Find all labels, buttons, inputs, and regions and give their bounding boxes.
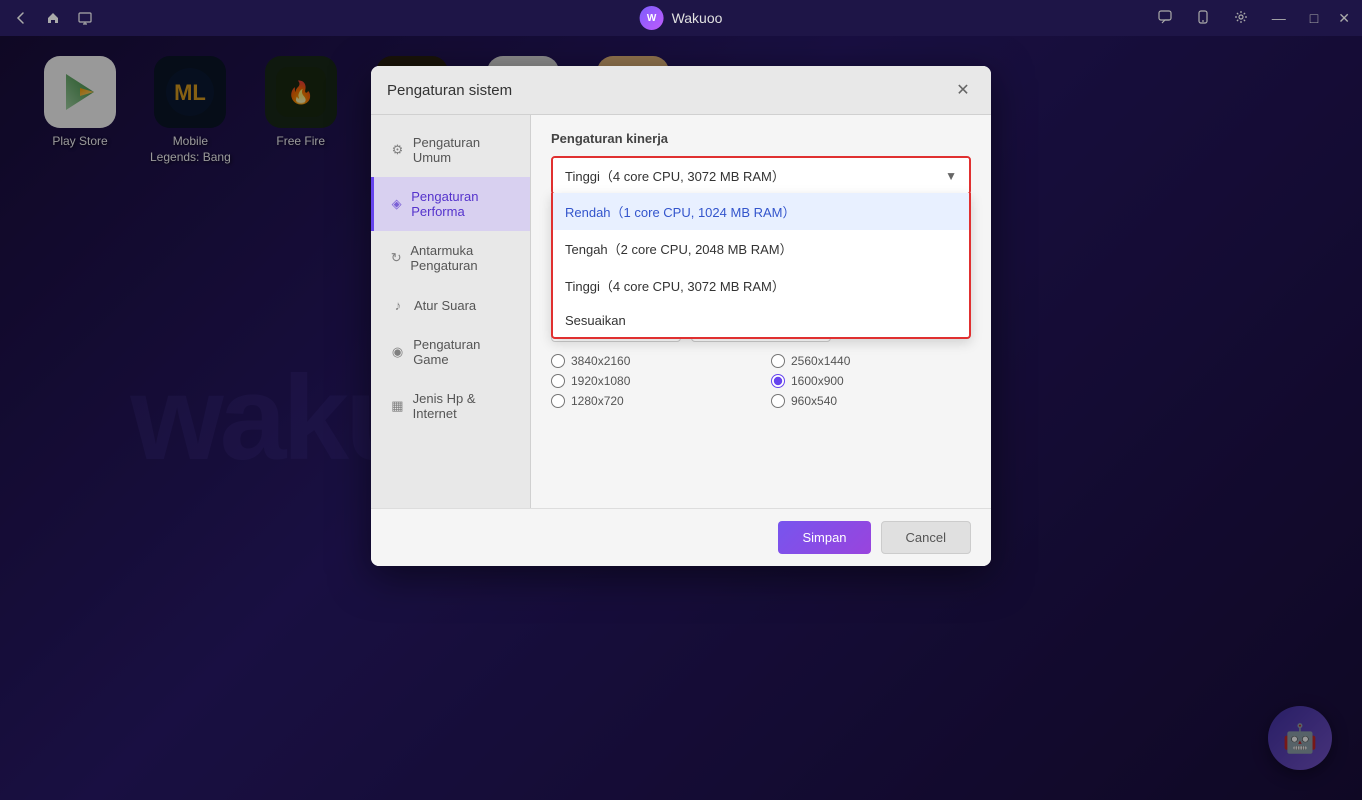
- res-radio-960[interactable]: [771, 394, 785, 408]
- atur-suara-label: Atur Suara: [414, 298, 476, 313]
- app-logo: W: [640, 6, 664, 30]
- jenis-hp-label: Jenis Hp & Internet: [413, 391, 514, 421]
- pengaturan-umum-icon: ⚙: [390, 142, 405, 158]
- modal-overlay: Pengaturan sistem ✕ ⚙ Pengaturan Umum ◈ …: [0, 36, 1362, 800]
- titlebar-left: [12, 9, 94, 27]
- settings-header: Pengaturan sistem ✕: [371, 66, 991, 115]
- pengaturan-game-icon: ◉: [390, 344, 405, 360]
- phone-icon[interactable]: [1192, 8, 1214, 29]
- settings-dialog: Pengaturan sistem ✕ ⚙ Pengaturan Umum ◈ …: [371, 66, 991, 566]
- maximize-button[interactable]: □: [1306, 8, 1322, 28]
- res-1920x1080[interactable]: 1920x1080: [551, 374, 751, 388]
- res-1280x720[interactable]: 1280x720: [551, 394, 751, 408]
- chat-icon[interactable]: [1154, 8, 1176, 29]
- back-icon[interactable]: [12, 9, 30, 27]
- close-window-button[interactable]: ✕: [1338, 10, 1350, 27]
- dropdown-arrow-icon: ▼: [945, 169, 957, 183]
- res-label-3840: 3840x2160: [571, 354, 630, 368]
- save-button[interactable]: Simpan: [778, 521, 870, 554]
- dropdown-item-sesuaikan[interactable]: Sesuaikan: [553, 304, 969, 337]
- res-radio-1920[interactable]: [551, 374, 565, 388]
- res-3840x2160[interactable]: 3840x2160: [551, 354, 751, 368]
- desktop: waku: [0, 36, 1362, 800]
- pengaturan-game-label: Pengaturan Game: [413, 337, 514, 367]
- sidebar-item-pengaturan-performa[interactable]: ◈ Pengaturan Performa: [371, 177, 530, 231]
- res-label-2560: 2560x1440: [791, 354, 850, 368]
- res-label-1280: 1280x720: [571, 394, 624, 408]
- app-title: Wakuoo: [672, 10, 723, 26]
- res-radio-1600[interactable]: [771, 374, 785, 388]
- home-icon[interactable]: [44, 9, 62, 27]
- pengaturan-umum-label: Pengaturan Umum: [413, 135, 514, 165]
- settings-close-button[interactable]: ✕: [951, 78, 975, 102]
- perf-dropdown-wrapper: Tinggi（4 core CPU, 3072 MB RAM） ▼ Rendah…: [551, 156, 971, 195]
- titlebar-center: W Wakuoo: [640, 6, 723, 30]
- settings-footer: Simpan Cancel: [371, 508, 991, 566]
- settings-main: Pengaturan kinerja Tinggi（4 core CPU, 30…: [531, 115, 991, 508]
- res-radio-3840[interactable]: [551, 354, 565, 368]
- settings-title: Pengaturan sistem: [387, 82, 512, 99]
- res-label-960: 960x540: [791, 394, 837, 408]
- cancel-button[interactable]: Cancel: [881, 521, 971, 554]
- perf-dropdown[interactable]: Tinggi（4 core CPU, 3072 MB RAM） ▼: [553, 158, 969, 193]
- sidebar-item-jenis-hp[interactable]: ▦ Jenis Hp & Internet: [371, 379, 530, 433]
- minimize-button[interactable]: —: [1268, 8, 1290, 28]
- pengaturan-performa-label: Pengaturan Performa: [411, 189, 514, 219]
- res-960x540[interactable]: 960x540: [771, 394, 971, 408]
- res-1600x900[interactable]: 1600x900: [771, 374, 971, 388]
- perf-dropdown-value: Tinggi（4 core CPU, 3072 MB RAM）: [565, 166, 785, 185]
- settings-gear-icon[interactable]: [1230, 8, 1252, 29]
- dropdown-item-rendah[interactable]: Rendah（1 core CPU, 1024 MB RAM）: [553, 193, 969, 230]
- settings-body: ⚙ Pengaturan Umum ◈ Pengaturan Performa …: [371, 115, 991, 508]
- resolution-grid: 3840x2160 2560x1440 1920x1080: [551, 354, 971, 408]
- res-label-1600: 1600x900: [791, 374, 844, 388]
- titlebar: W Wakuoo — □ ✕: [0, 0, 1362, 36]
- res-radio-1280[interactable]: [551, 394, 565, 408]
- settings-sidebar: ⚙ Pengaturan Umum ◈ Pengaturan Performa …: [371, 115, 531, 508]
- screen-icon[interactable]: [76, 9, 94, 27]
- pengaturan-performa-icon: ◈: [390, 196, 403, 212]
- sidebar-item-antarmuka[interactable]: ↻ Antarmuka Pengaturan: [371, 231, 530, 285]
- jenis-hp-icon: ▦: [390, 398, 405, 414]
- res-radio-2560[interactable]: [771, 354, 785, 368]
- sidebar-item-atur-suara[interactable]: ♪ Atur Suara: [371, 285, 530, 325]
- sidebar-item-pengaturan-umum[interactable]: ⚙ Pengaturan Umum: [371, 123, 530, 177]
- sidebar-item-pengaturan-game[interactable]: ◉ Pengaturan Game: [371, 325, 530, 379]
- antarmuka-icon: ↻: [390, 250, 402, 266]
- res-2560x1440[interactable]: 2560x1440: [771, 354, 971, 368]
- perf-dropdown-menu: Rendah（1 core CPU, 1024 MB RAM） Tengah（2…: [551, 193, 971, 339]
- perf-section-title: Pengaturan kinerja: [551, 131, 971, 146]
- res-label-1920: 1920x1080: [571, 374, 630, 388]
- titlebar-right: — □ ✕: [1154, 8, 1350, 29]
- antarmuka-label: Antarmuka Pengaturan: [410, 243, 514, 273]
- dropdown-item-tengah[interactable]: Tengah（2 core CPU, 2048 MB RAM）: [553, 230, 969, 267]
- atur-suara-icon: ♪: [390, 297, 406, 313]
- dropdown-item-tinggi[interactable]: Tinggi（4 core CPU, 3072 MB RAM）: [553, 267, 969, 304]
